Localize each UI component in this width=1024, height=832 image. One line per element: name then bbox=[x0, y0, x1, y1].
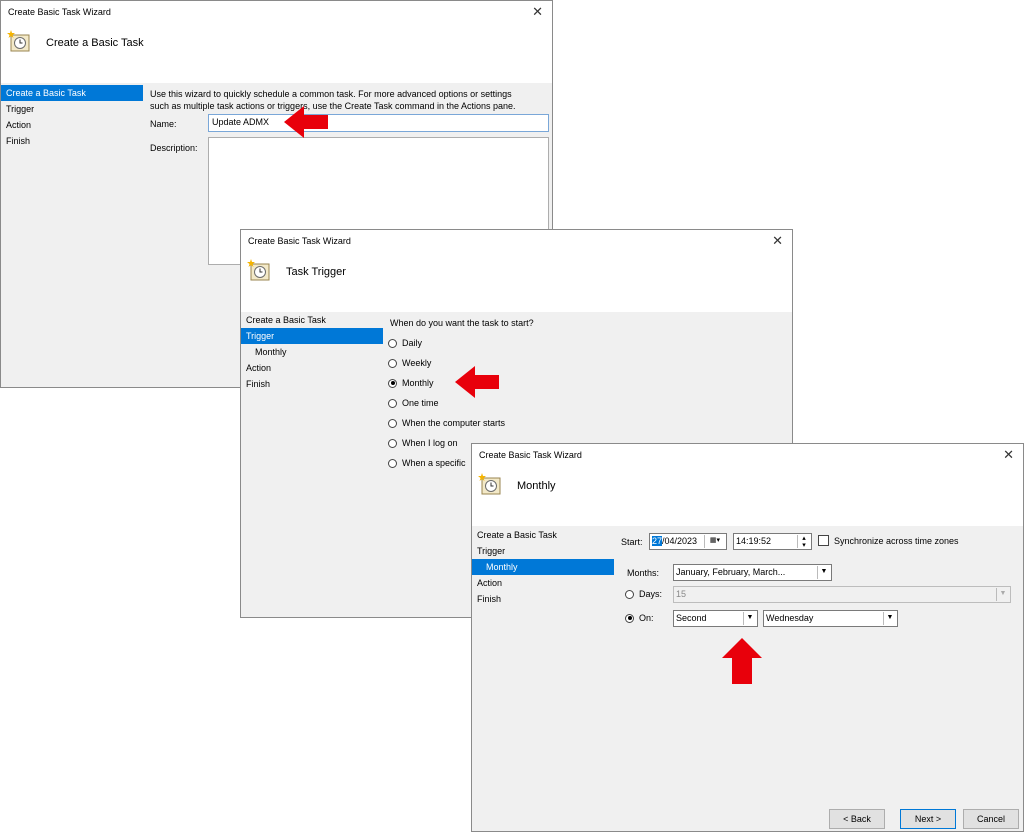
header-title: Monthly bbox=[517, 480, 556, 492]
radio-specific-event[interactable]: When a specific bbox=[388, 458, 466, 468]
start-label: Start: bbox=[621, 537, 643, 547]
trigger-question: When do you want the task to start? bbox=[390, 318, 534, 328]
wizard-steps: Create a Basic Task Trigger Action Finis… bbox=[1, 85, 143, 149]
radio-log-on-circle[interactable] bbox=[388, 438, 397, 448]
weekday-value: Wednesday bbox=[766, 613, 814, 623]
chevron-down-icon[interactable]: ▼ bbox=[883, 612, 896, 625]
radio-daily-circle[interactable] bbox=[388, 338, 397, 348]
radio-computer-starts-circle[interactable] bbox=[388, 418, 397, 428]
wizard-header: Monthly bbox=[472, 468, 1023, 526]
step-trigger: Trigger bbox=[241, 328, 383, 344]
start-time-spinner[interactable]: 14:19:52 ▴ ▾ bbox=[733, 533, 812, 550]
intro-text-line1: Use this wizard to quickly schedule a co… bbox=[150, 89, 512, 99]
weekday-dropdown[interactable]: Wednesday ▼ bbox=[763, 610, 898, 627]
radio-one-time-label: One time bbox=[402, 398, 439, 408]
radio-weekly-circle[interactable] bbox=[388, 358, 397, 368]
window-title: Create Basic Task Wizard bbox=[248, 236, 351, 246]
start-date-selected: 27 bbox=[652, 536, 663, 546]
step-finish: Finish bbox=[246, 379, 271, 389]
header-title: Create a Basic Task bbox=[46, 37, 144, 49]
start-date-rest: /04/2023 bbox=[662, 536, 698, 546]
radio-computer-starts-label: When the computer starts bbox=[402, 418, 506, 428]
week-occurrence-value: Second bbox=[676, 613, 707, 623]
close-icon[interactable]: ✕ bbox=[1003, 447, 1014, 463]
name-input[interactable]: Update ADMX bbox=[208, 114, 549, 132]
chevron-down-icon[interactable]: ▼ bbox=[996, 588, 1009, 601]
sync-timezones-label: Synchronize across time zones bbox=[834, 535, 959, 546]
next-button[interactable]: Next > bbox=[900, 809, 956, 829]
radio-days[interactable]: Days: bbox=[625, 589, 662, 599]
radio-specific-event-label: When a specific bbox=[402, 458, 466, 468]
months-label: Months: bbox=[627, 568, 660, 578]
close-icon[interactable]: ✕ bbox=[772, 233, 783, 249]
radio-weekly-label: Weekly bbox=[402, 358, 432, 368]
step-action: Action bbox=[477, 578, 503, 588]
header-title: Task Trigger bbox=[286, 266, 346, 278]
title-bar: Create Basic Task Wizard ✕ bbox=[472, 444, 1023, 468]
radio-on-circle[interactable] bbox=[625, 613, 634, 623]
radio-specific-event-circle[interactable] bbox=[388, 458, 397, 468]
scheduled-task-clock-icon bbox=[247, 259, 270, 281]
sync-timezones-checkbox[interactable]: Synchronize across time zones bbox=[818, 535, 959, 546]
wizard-header: Task Trigger bbox=[241, 254, 792, 312]
chevron-down-icon[interactable]: ▼ bbox=[817, 566, 830, 579]
radio-one-time-circle[interactable] bbox=[388, 398, 397, 408]
wizard-steps: Create a Basic Task Trigger Monthly Acti… bbox=[241, 312, 383, 392]
week-occurrence-dropdown[interactable]: Second ▼ bbox=[673, 610, 758, 627]
radio-daily[interactable]: Daily bbox=[388, 338, 422, 348]
start-date-value: 27/04/2023 bbox=[652, 536, 697, 546]
step-finish: Finish bbox=[6, 136, 31, 146]
step-monthly: Monthly bbox=[255, 347, 287, 357]
days-value: 15 bbox=[676, 589, 687, 599]
title-bar: Create Basic Task Wizard ✕ bbox=[1, 1, 552, 25]
radio-log-on[interactable]: When I log on bbox=[388, 438, 458, 448]
radio-monthly-circle[interactable] bbox=[388, 378, 397, 388]
days-label: Days: bbox=[639, 589, 663, 599]
radio-monthly-label: Monthly bbox=[402, 378, 434, 388]
step-action: Action bbox=[246, 363, 272, 373]
start-date-picker[interactable]: 27/04/2023 ▦▾ bbox=[649, 533, 727, 550]
wizard-steps: Create a Basic Task Trigger Monthly Acti… bbox=[472, 527, 614, 607]
spin-updown-icon[interactable]: ▴ ▾ bbox=[797, 535, 810, 549]
step-action: Action bbox=[6, 120, 32, 130]
step-monthly: Monthly bbox=[472, 559, 614, 575]
checkbox-box[interactable] bbox=[818, 535, 829, 546]
step-trigger: Trigger bbox=[6, 104, 35, 114]
window-title: Create Basic Task Wizard bbox=[8, 7, 111, 17]
step-trigger: Trigger bbox=[477, 546, 506, 556]
start-time-value: 14:19:52 bbox=[736, 536, 772, 546]
title-bar: Create Basic Task Wizard ✕ bbox=[241, 230, 792, 254]
calendar-dropdown-icon[interactable]: ▦▾ bbox=[704, 535, 725, 548]
chevron-down-icon[interactable]: ▼ bbox=[743, 612, 756, 625]
name-label: Name: bbox=[150, 119, 177, 129]
back-button[interactable]: < Back bbox=[829, 809, 885, 829]
cancel-button[interactable]: Cancel bbox=[963, 809, 1019, 829]
months-dropdown[interactable]: January, February, March... ▼ bbox=[673, 564, 832, 581]
scheduled-task-clock-icon bbox=[478, 473, 501, 495]
intro-text-line2: such as multiple task actions or trigger… bbox=[150, 101, 516, 111]
step-create-task: Create a Basic Task bbox=[1, 85, 143, 101]
radio-log-on-label: When I log on bbox=[402, 438, 458, 448]
scheduled-task-clock-icon bbox=[7, 30, 30, 52]
window-title: Create Basic Task Wizard bbox=[479, 450, 582, 460]
radio-days-circle[interactable] bbox=[625, 589, 634, 599]
red-arrow-icon bbox=[722, 638, 762, 684]
days-dropdown[interactable]: 15 ▼ bbox=[673, 586, 1011, 603]
radio-weekly[interactable]: Weekly bbox=[388, 358, 431, 368]
radio-computer-starts[interactable]: When the computer starts bbox=[388, 418, 505, 428]
radio-monthly[interactable]: Monthly bbox=[388, 378, 434, 388]
months-value: January, February, March... bbox=[676, 567, 786, 577]
red-arrow-icon bbox=[284, 106, 328, 138]
step-finish: Finish bbox=[477, 594, 502, 604]
step-create-task: Create a Basic Task bbox=[477, 530, 557, 540]
on-label: On: bbox=[639, 613, 654, 623]
description-label: Description: bbox=[150, 143, 198, 153]
wizard-header: Create a Basic Task bbox=[1, 25, 552, 83]
radio-daily-label: Daily bbox=[402, 338, 423, 348]
close-icon[interactable]: ✕ bbox=[532, 4, 543, 20]
radio-on[interactable]: On: bbox=[625, 613, 654, 623]
red-arrow-icon bbox=[455, 366, 499, 398]
radio-one-time[interactable]: One time bbox=[388, 398, 439, 408]
step-create-task: Create a Basic Task bbox=[246, 315, 326, 325]
